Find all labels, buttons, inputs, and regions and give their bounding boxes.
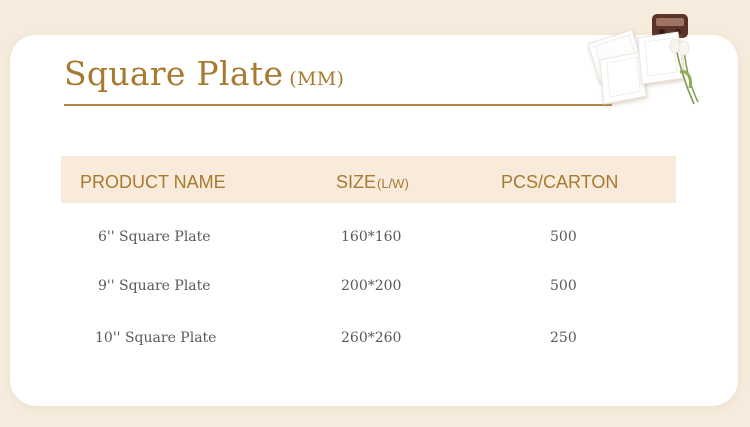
title-text: Square Plate [64,54,284,93]
title-underline [64,104,612,106]
product-photo-decoration [587,14,699,105]
cell-pcs-carton: 500 [550,229,577,245]
cell-product-name: 10'' Square Plate [95,330,217,346]
header-size-label: SIZE [336,172,377,192]
cell-size: 260*260 [341,330,402,346]
header-size: SIZE(L/W) [336,156,409,203]
cell-product-name: 6'' Square Plate [98,229,211,245]
cell-product-name: 9'' Square Plate [98,278,211,294]
cell-size: 160*160 [341,229,402,245]
cell-size: 200*200 [341,278,402,294]
header-product-name: PRODUCT NAME [80,172,226,192]
cell-pcs-carton: 500 [550,278,577,294]
cell-pcs-carton: 250 [550,330,577,346]
table-header: PRODUCT NAME SIZE(L/W) PCS/CARTON [61,156,676,203]
page-title: Square Plate (MM) [64,54,344,93]
title-unit: (MM) [289,68,345,90]
plate-image-left [599,51,647,105]
header-pcs-carton: PCS/CARTON [501,172,619,192]
header-size-unit: (L/W) [377,176,409,191]
